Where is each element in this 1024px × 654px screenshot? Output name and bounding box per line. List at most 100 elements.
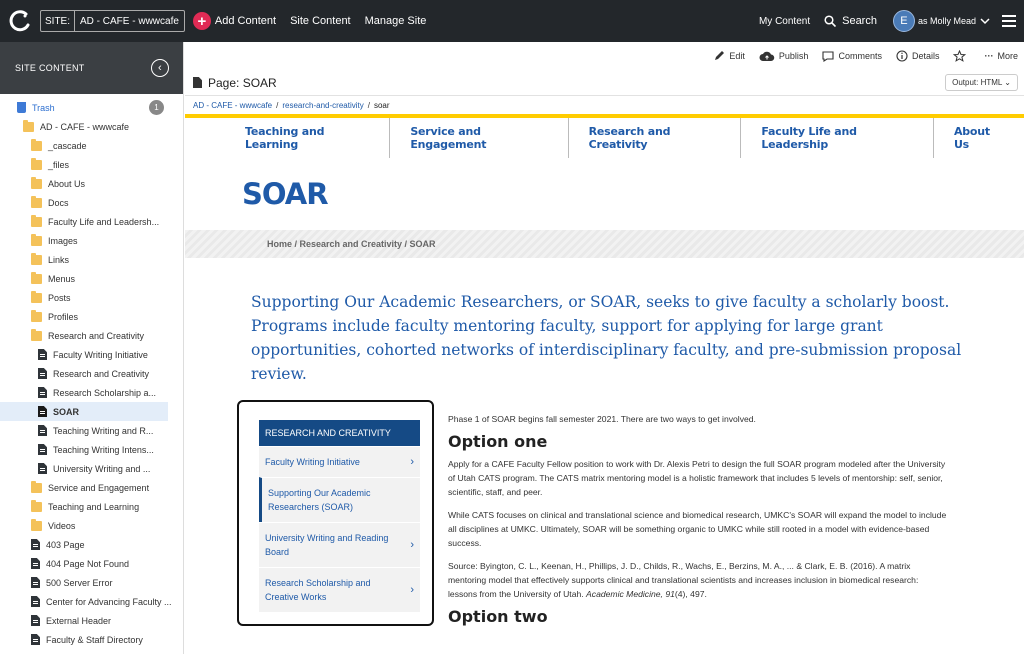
breadcrumb-folder-link[interactable]: research-and-creativity xyxy=(282,101,363,110)
page-icon xyxy=(31,634,40,645)
page-icon xyxy=(38,463,47,474)
ellipsis-icon: ··· xyxy=(984,51,994,61)
page-icon xyxy=(31,596,40,607)
folder-icon xyxy=(31,271,42,284)
source-paragraph: Source: Byington, C. L., Keenan, H., Phi… xyxy=(448,559,948,601)
tree-item[interactable]: Posts xyxy=(0,288,183,307)
page-title: Page: SOAR xyxy=(193,76,277,90)
option-one-paragraph: Apply for a CAFE Faculty Fellow position… xyxy=(448,459,946,497)
site-selector[interactable]: SITE: AD - CAFE - wwwcafe xyxy=(40,10,185,32)
tree-item[interactable]: Videos xyxy=(0,516,183,535)
preview-nav-faculty-life[interactable]: Faculty Life and Leadership xyxy=(741,118,934,158)
tree-item[interactable]: 500 Server Error xyxy=(0,573,183,592)
tree-item[interactable]: Research Scholarship a... xyxy=(0,383,183,402)
my-content-link[interactable]: My Content xyxy=(759,16,810,27)
tree-item[interactable]: Docs xyxy=(0,193,183,212)
section-nav-item[interactable]: Faculty Writing Initiative › xyxy=(259,446,420,477)
main-panel: Edit Publish Comments Details ··· More P… xyxy=(185,42,1024,654)
tree-item[interactable]: Teaching Writing and R... xyxy=(0,421,183,440)
tree-item-label: Images xyxy=(48,235,78,246)
tree-item-label: SOAR xyxy=(53,406,80,417)
breadcrumb-separator: / xyxy=(276,100,279,110)
page-title-row: Page: SOAR Output: HTML ⌄ xyxy=(185,70,1024,96)
tree-item-label: Center for Advancing Faculty ... xyxy=(46,596,172,607)
comments-label: Comments xyxy=(838,51,882,61)
tree-item[interactable]: About Us xyxy=(0,174,183,193)
section-nav-item-active[interactable]: Supporting Our Academic Researchers (SOA… xyxy=(259,477,420,522)
site-selector-label: SITE: xyxy=(41,11,76,31)
source-journal: Academic Medicine, 91 xyxy=(586,589,675,599)
user-menu[interactable]: E as Molly Mead xyxy=(892,10,990,32)
option-two-heading: Option two xyxy=(448,607,548,626)
add-content-button[interactable]: + Add Content xyxy=(192,12,277,30)
section-nav-item[interactable]: Research Scholarship and Creative Works › xyxy=(259,567,420,612)
tree-item-label: Profiles xyxy=(48,311,79,322)
section-nav-item[interactable]: University Writing and Reading Board › xyxy=(259,522,420,567)
folder-icon xyxy=(31,252,42,265)
tree-item-label: About Us xyxy=(48,178,86,189)
tree-item-label: Faculty Writing Initiative xyxy=(53,349,148,360)
tree-item[interactable]: External Header xyxy=(0,611,183,630)
output-select[interactable]: Output: HTML ⌄ xyxy=(945,74,1018,91)
folder-icon xyxy=(31,499,42,512)
site-content-link[interactable]: Site Content xyxy=(290,15,351,27)
preview-nav-about[interactable]: About Us xyxy=(934,118,1024,158)
breadcrumb-current: soar xyxy=(373,100,390,110)
preview-navbar: Teaching and Learning Service and Engage… xyxy=(185,118,1024,158)
tree-item-label: Service and Engagement xyxy=(48,482,150,493)
tree-item[interactable]: Service and Engagement xyxy=(0,478,183,497)
preview-section-nav: RESEARCH AND CREATIVITY Faculty Writing … xyxy=(237,400,434,626)
comments-button[interactable]: Comments xyxy=(822,50,882,62)
folder-icon xyxy=(31,157,42,170)
sidebar: SITE CONTENT ‹ Trash 1 AD - CAFE - wwwca… xyxy=(0,42,184,654)
page-icon xyxy=(31,558,40,569)
cascade-logo-icon[interactable] xyxy=(8,9,32,33)
hamburger-menu-icon[interactable] xyxy=(1002,12,1016,30)
add-content-label: Add Content xyxy=(214,15,277,27)
tree-item-root[interactable]: AD - CAFE - wwwcafe xyxy=(0,117,183,136)
page-icon xyxy=(38,406,47,417)
tree-item[interactable]: Faculty & Staff Directory xyxy=(0,630,183,649)
folder-icon xyxy=(31,195,42,208)
preview-nav-teaching[interactable]: Teaching and Learning xyxy=(225,118,391,158)
tree-item[interactable]: Images xyxy=(0,231,183,250)
breadcrumb-root-link[interactable]: AD - CAFE - wwwcafe xyxy=(193,101,272,110)
manage-site-link[interactable]: Manage Site xyxy=(365,15,427,27)
tree-item[interactable]: Center for Advancing Faculty ... xyxy=(0,592,183,611)
tree-item[interactable]: Teaching Writing Intens... xyxy=(0,440,183,459)
more-button[interactable]: ··· More xyxy=(984,51,1018,61)
tree-item[interactable]: Research and Creativity xyxy=(0,326,183,345)
tree-item[interactable]: _files xyxy=(0,155,183,174)
tree-item[interactable]: 404 Page Not Found xyxy=(0,554,183,573)
tree-item[interactable]: Menus xyxy=(0,269,183,288)
page-icon xyxy=(31,577,40,588)
star-icon xyxy=(953,50,967,62)
favorite-button[interactable] xyxy=(953,50,970,62)
tree-item[interactable]: SOAR xyxy=(0,402,168,421)
tree-item[interactable]: Teaching and Learning xyxy=(0,497,183,516)
tree-item-label: _files xyxy=(48,159,70,170)
tree-item-label: 404 Page Not Found xyxy=(46,558,130,569)
tree-item[interactable]: Research and Creativity xyxy=(0,364,183,383)
details-button[interactable]: Details xyxy=(896,50,939,62)
tree-item-label: AD - CAFE - wwwcafe xyxy=(40,121,130,132)
preview-nav-research[interactable]: Research and Creativity xyxy=(569,118,742,158)
tree-item-trash[interactable]: Trash 1 xyxy=(0,98,183,117)
tree-item[interactable]: Links xyxy=(0,250,183,269)
page-icon xyxy=(38,387,47,398)
tree-item[interactable]: Faculty Writing Initiative xyxy=(0,345,183,364)
preview-nav-service[interactable]: Service and Engagement xyxy=(390,118,569,158)
tree-item[interactable]: Profiles xyxy=(0,307,183,326)
tree-item[interactable]: Faculty Life and Leadersh... xyxy=(0,212,183,231)
preview-page-heading: SOAR xyxy=(242,177,329,211)
trash-icon xyxy=(17,102,26,113)
tree-item[interactable]: 403 Page xyxy=(0,535,183,554)
preview-lead-paragraph: Supporting Our Academic Researchers, or … xyxy=(251,293,962,383)
search-button[interactable]: Search xyxy=(824,15,877,27)
publish-button[interactable]: Publish xyxy=(759,51,808,62)
section-nav-item-label: Supporting Our Academic Researchers (SOA… xyxy=(268,488,371,512)
tree-item[interactable]: University Writing and ... xyxy=(0,459,183,478)
collapse-sidebar-icon[interactable]: ‹ xyxy=(151,59,169,77)
tree-item[interactable]: _cascade xyxy=(0,136,183,155)
edit-button[interactable]: Edit xyxy=(713,50,745,62)
